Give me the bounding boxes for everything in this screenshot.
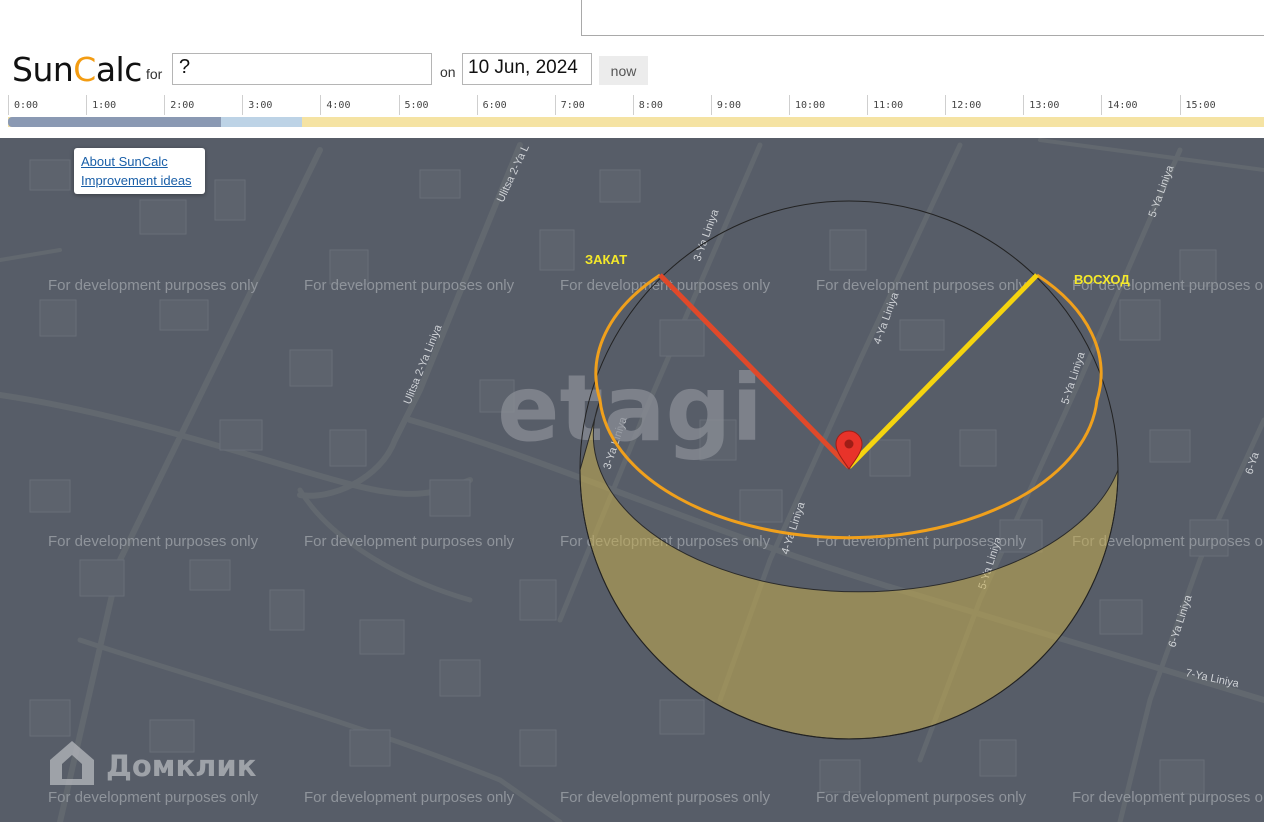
timeline-hour-tick: 15:00 [1179,95,1258,115]
timeline-hour-tick: 1:00 [86,95,164,115]
timeline-hour-tick: 12:00 [945,95,1023,115]
logo-text-sun: Sun [12,50,74,89]
timeline-hour-tick: 2:00 [164,95,242,115]
street-label-4ya: 4-Ya Liniya [872,290,902,346]
logo-text-c: C [73,50,96,89]
timeline-hour-tick: 14:00 [1101,95,1179,115]
top-panel-box [581,0,1264,36]
dev-watermark: For development purposes only [304,789,515,806]
on-label: on [440,64,456,80]
street-label-6ya: 6-Ya Liniya [1166,593,1194,649]
timeline-hour-tick: 9:00 [710,95,789,115]
dev-watermark: For development purposes only [48,789,259,806]
timeline-hour-tick: 11:00 [867,95,945,115]
sunrise-line [847,273,1039,469]
dev-watermark: For development purposes only [304,533,515,550]
dev-watermark: For development purposes only [560,789,771,806]
timeline-hour-tick: 10:00 [789,95,867,115]
street-label-ulitsa-2ya-mid: Ulitsa 2-Ya Liniya [402,322,445,406]
dev-watermark: For development purposes only [1072,789,1264,806]
dev-watermark: For development purposes only [304,277,515,294]
timeline-hour-tick: 7:00 [554,95,633,115]
location-marker-icon [835,430,863,470]
suncalc-logo[interactable]: SunCalc [12,50,142,90]
now-button[interactable]: now [599,56,648,85]
night-segment [8,117,221,127]
twilight-segment [221,117,302,127]
dev-watermark: For development purposes only [816,533,1027,550]
timeline-hour-tick: 0:00 [8,95,86,115]
map-view[interactable]: Ulitsa 2-Ya L Ulitsa 2-Ya Liniya 3-Ya Li… [0,138,1264,822]
dev-watermark: For development purposes only [816,277,1027,294]
dev-watermark: For development purposes only [48,277,259,294]
timeline-hour-tick: 5:00 [398,95,477,115]
logo-text-alc: alc [95,50,143,89]
time-slider[interactable]: 0:00 1:00 2:00 3:00 4:00 5:00 6:00 7:00 8:00 9:00… [0,95,1264,117]
for-label: for [146,66,163,82]
about-suncalc-link[interactable]: About SunCalc [81,152,198,171]
improvement-ideas-link[interactable]: Improvement ideas [81,171,198,190]
address-input[interactable]: ? [172,53,432,85]
info-links-box: About SunCalc Improvement ideas [74,148,205,194]
timeline-hour-tick: 8:00 [632,95,711,115]
timeline-hour-tick: 3:00 [242,95,320,115]
day-segment [302,117,1264,127]
street-label-ulitsa-2ya-top: Ulitsa 2-Ya L [495,143,532,204]
date-input[interactable]: 10 Jun, 2024 [462,53,592,85]
sunrise-label: ВОСХОД [1074,272,1130,287]
daylight-bar[interactable] [8,117,1264,127]
timeline-hour-tick: 4:00 [320,95,398,115]
etagi-watermark: etagi [497,355,763,462]
street-label-5ya: 5-Ya Liniya [1147,163,1177,219]
dev-watermark: For development purposes only [816,789,1027,806]
sunset-label: ЗАКАТ [585,252,627,267]
timeline-hour-tick: 13:00 [1023,95,1101,115]
dev-watermark: For development purposes only [48,533,259,550]
domclick-text: Домклик [106,749,257,783]
timeline-hour-tick: 6:00 [476,95,555,115]
